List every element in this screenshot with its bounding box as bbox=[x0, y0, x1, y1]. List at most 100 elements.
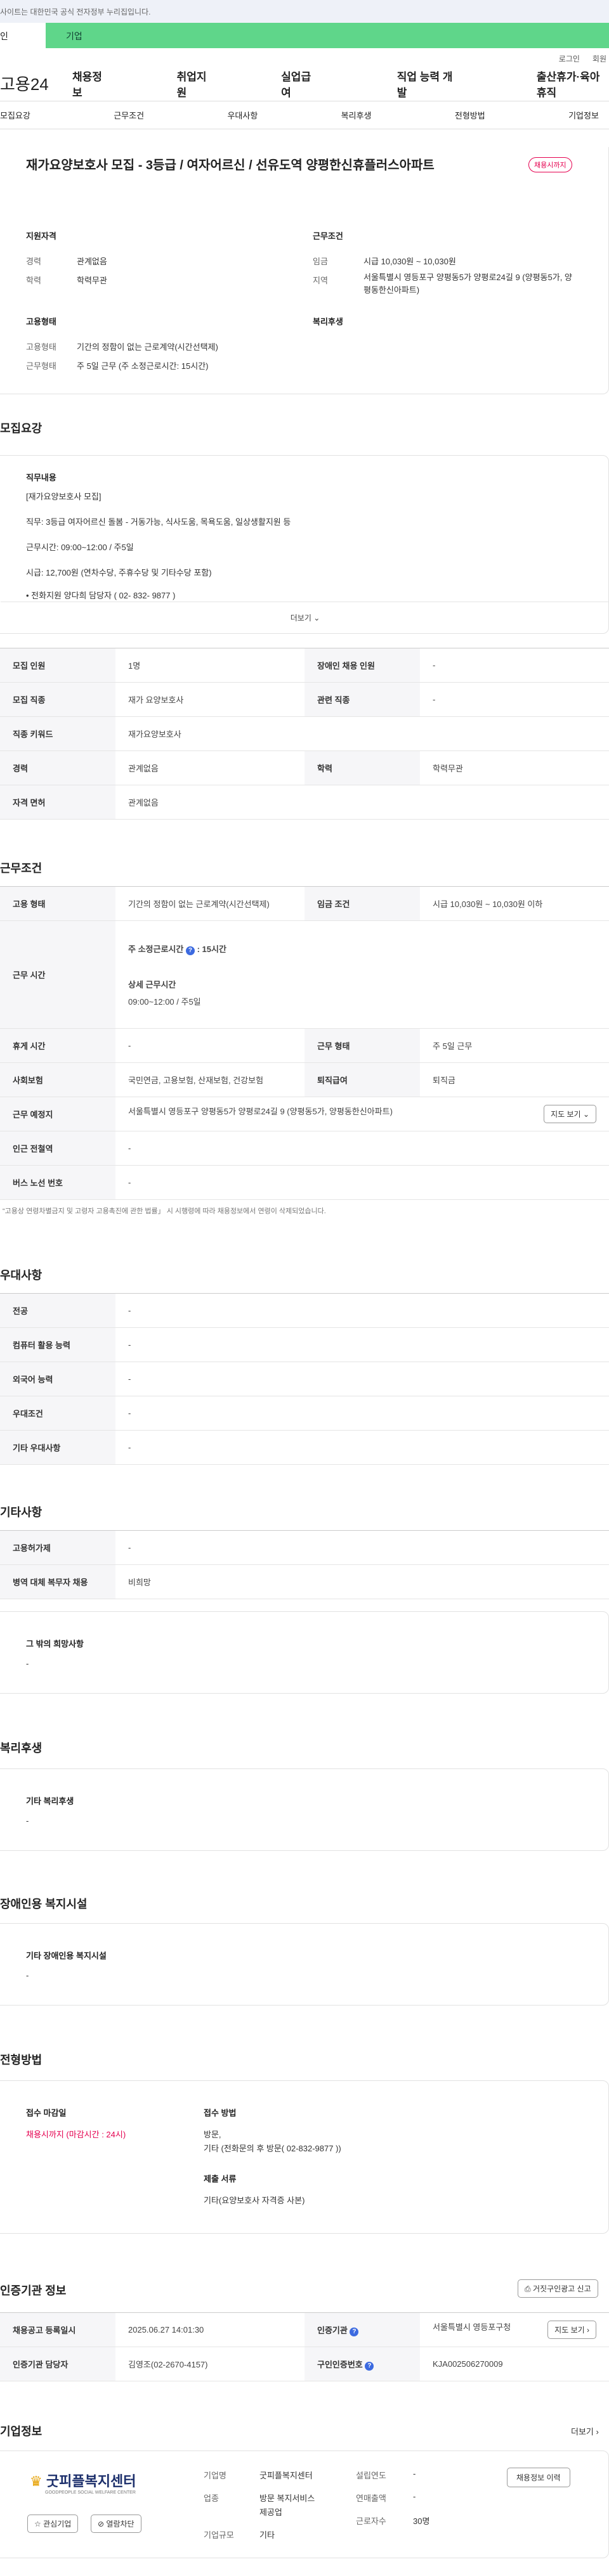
cell-value: 국민연금, 고용보험, 산재보험, 건강보험 bbox=[115, 1062, 304, 1097]
table-row: 고용허가제 - bbox=[0, 1530, 609, 1565]
snb-preference[interactable]: 우대사항 bbox=[227, 109, 258, 121]
cell-value: 비희망 bbox=[115, 1564, 609, 1599]
etc-title: 기타사항 bbox=[0, 1506, 43, 1519]
cell-label: 자격 면허 bbox=[0, 785, 115, 820]
table-row: 기타 우대사항 - bbox=[0, 1430, 609, 1465]
gov-notice: 사이트는 대한민국 공식 전자정부 누리집입니다. bbox=[0, 8, 151, 16]
snb-process[interactable]: 전형방법 bbox=[455, 109, 485, 121]
cert-org-label: 인증기관 bbox=[317, 2325, 348, 2335]
gnb-item-leave[interactable]: 출산휴가·육아휴직 bbox=[537, 68, 609, 100]
deadline-heading: 접수 마감일 bbox=[26, 2108, 67, 2118]
cell-label: 고용 형태 bbox=[0, 886, 115, 921]
cell-value: KJA002506270009 bbox=[420, 2347, 609, 2381]
login-link[interactable]: 로그인 bbox=[559, 55, 580, 63]
hope-card: 그 밖의 희망사항 - bbox=[0, 1611, 609, 1694]
cell-value: - bbox=[115, 1165, 609, 1200]
cell-label: 버스 노선 번호 bbox=[0, 1165, 115, 1200]
cell-label: 인근 전철역 bbox=[0, 1131, 115, 1166]
cell-label: 컴퓨터 활용 능력 bbox=[0, 1327, 115, 1362]
interest-company-button[interactable]: ☆ 관심기업 bbox=[27, 2515, 79, 2533]
table-row: 우대조건 - bbox=[0, 1396, 609, 1431]
cell-label: 휴게 시간 bbox=[0, 1028, 115, 1063]
recruit-title: 모집요강 bbox=[0, 422, 43, 435]
work-location: 서울특별시 영등포구 양평동5가 양평로24길 9 (양평동5가, 양평동한신아… bbox=[128, 1107, 393, 1116]
job-history-button[interactable]: 채용정보 이력 bbox=[507, 2468, 570, 2487]
cert-title: 인증기관 정보 bbox=[0, 2284, 67, 2297]
chevron-down-icon: ⌄ bbox=[313, 614, 320, 622]
snb-recruit[interactable]: 모집요강 bbox=[0, 109, 30, 121]
sales-value: - bbox=[413, 2492, 416, 2501]
work-type-value: 주 5일 근무 (주 소정근로시간: 15시간) bbox=[77, 361, 209, 371]
map-button[interactable]: 지도 보기 › bbox=[547, 2321, 596, 2339]
welfare-card-value: - bbox=[26, 1816, 29, 1826]
report-icon: ⎙ bbox=[525, 2284, 531, 2293]
cell-value: 2025.06.27 14:01:30 bbox=[115, 2312, 304, 2347]
conditions-table: 고용 형태 기간의 정함이 없는 근로계약(시간선택제) 임금 조건 시급 10,03… bbox=[0, 886, 609, 1200]
snb-company[interactable]: 기업정보 bbox=[568, 109, 599, 121]
conditions-title: 근무조건 bbox=[0, 862, 43, 875]
cell-label: 사회보험 bbox=[0, 1062, 115, 1097]
cell-label: 모집 인원 bbox=[0, 648, 115, 683]
gnb-item-benefit[interactable]: 실업급여 bbox=[281, 68, 316, 100]
method-value: 방문, bbox=[204, 2130, 221, 2139]
snb-conditions[interactable]: 근무조건 bbox=[114, 109, 144, 121]
job-summary-card: 재가요양보호사 모집 - 3등급 / 여자어르신 / 선유도역 양평한신휴플러스… bbox=[0, 147, 609, 394]
snb-welfare[interactable]: 복리후생 bbox=[341, 109, 372, 121]
cell-value: - bbox=[420, 682, 609, 717]
cell-value: 퇴직금 bbox=[420, 1062, 609, 1097]
cell-label: 장애인 채용 인원 bbox=[304, 648, 420, 683]
tab-business[interactable]: 기업 bbox=[46, 23, 609, 48]
report-label: 거짓구인광고 신고 bbox=[532, 2284, 591, 2293]
gnb-item-support[interactable]: 취업지원 bbox=[177, 68, 212, 100]
report-button[interactable]: ⎙ 거짓구인광고 신고 bbox=[518, 2279, 598, 2298]
emp-type-label: 고용형태 bbox=[26, 342, 56, 352]
cell-label: 관련 직종 bbox=[304, 682, 420, 717]
cell-value: 재가요양보호사 bbox=[115, 716, 609, 751]
job-line: 근무시간: 09:00~12:00 / 주5일 bbox=[26, 543, 134, 552]
hope-value: - bbox=[26, 1659, 29, 1668]
table-row: 직종 키워드 재가요양보호사 bbox=[0, 716, 609, 751]
table-row: 휴게 시간 - 근무 형태 주 5일 근무 bbox=[0, 1028, 609, 1063]
info-icon[interactable]: ? bbox=[350, 2327, 359, 2336]
info-icon[interactable]: ? bbox=[185, 946, 195, 955]
chevron-down-icon: ⌄ bbox=[582, 1110, 589, 1119]
cell-value: - bbox=[115, 1396, 609, 1431]
block-company-button[interactable]: ⊘ 열람차단 bbox=[91, 2515, 141, 2533]
gov-notice-bar: 사이트는 대한민국 공식 전자정부 누리집입니다. bbox=[0, 0, 609, 23]
cell-label: 인증기관 담당자 bbox=[0, 2347, 115, 2381]
global-nav: 고용24 채용정보 취업지원 실업급여 직업 능력 개발 출산휴가·육아휴직 bbox=[0, 66, 609, 101]
company-more-link[interactable]: 더보기 › bbox=[571, 2425, 599, 2437]
sales-label: 연매출액 bbox=[356, 2494, 386, 2503]
tab-personal[interactable]: 인 bbox=[0, 23, 46, 48]
status-badge: 채용시까지 bbox=[528, 157, 572, 172]
docs-heading: 제출 서류 bbox=[204, 2174, 237, 2184]
more-button[interactable]: 더보기 ⌄ bbox=[1, 602, 609, 633]
table-row: 모집 직종 재가 요양보호사 관련 직종 - bbox=[0, 682, 609, 717]
chevron-right-icon: › bbox=[596, 2427, 599, 2437]
cert-org-value: 서울특별시 영등포구청 bbox=[433, 2322, 511, 2332]
join-link[interactable]: 회원 bbox=[593, 55, 606, 63]
founded-label: 설립연도 bbox=[356, 2471, 386, 2480]
star-icon: ☆ bbox=[34, 2520, 41, 2528]
founded-value: - bbox=[413, 2469, 416, 2478]
cell-value: 서울특별시 영등포구 양평동5가 양평로24길 9 (양평동5가, 양평동한신아… bbox=[115, 1097, 609, 1131]
map-button[interactable]: 지도 보기 ⌄ bbox=[544, 1105, 596, 1123]
chevron-right-icon: › bbox=[587, 2326, 589, 2334]
welfare-card: 기타 복리후생 - bbox=[0, 1768, 609, 1851]
info-icon[interactable]: ? bbox=[365, 2361, 374, 2371]
gnb-item-training[interactable]: 직업 능력 개발 bbox=[397, 68, 454, 100]
site-logo[interactable]: 고용24 bbox=[0, 72, 61, 95]
table-row: 버스 노선 번호 - bbox=[0, 1165, 609, 1200]
job-line: 시급: 12,700원 (연차수당, 주휴수당 및 기타수당 포함) bbox=[26, 568, 212, 577]
table-row: 자격 면허 관계없음 bbox=[0, 785, 609, 820]
exp-value: 관계없음 bbox=[77, 257, 107, 266]
table-row: 모집 인원 1명 장애인 채용 인원 - bbox=[0, 648, 609, 683]
docs-value: 기타(요양보호사 자격증 사본) bbox=[204, 2196, 305, 2205]
table-row: 인근 전철역 - bbox=[0, 1131, 609, 1166]
cell-label: 기타 우대사항 bbox=[0, 1430, 115, 1465]
cell-value: 서울특별시 영등포구청 지도 보기 › bbox=[420, 2312, 609, 2347]
map-label: 지도 보기 bbox=[554, 2326, 585, 2334]
gnb-item-jobs[interactable]: 채용정보 bbox=[72, 68, 107, 100]
disability-card-heading: 기타 장애인용 복지시설 bbox=[26, 1951, 107, 1961]
cell-label: 병역 대체 복무자 채용 bbox=[0, 1564, 115, 1599]
